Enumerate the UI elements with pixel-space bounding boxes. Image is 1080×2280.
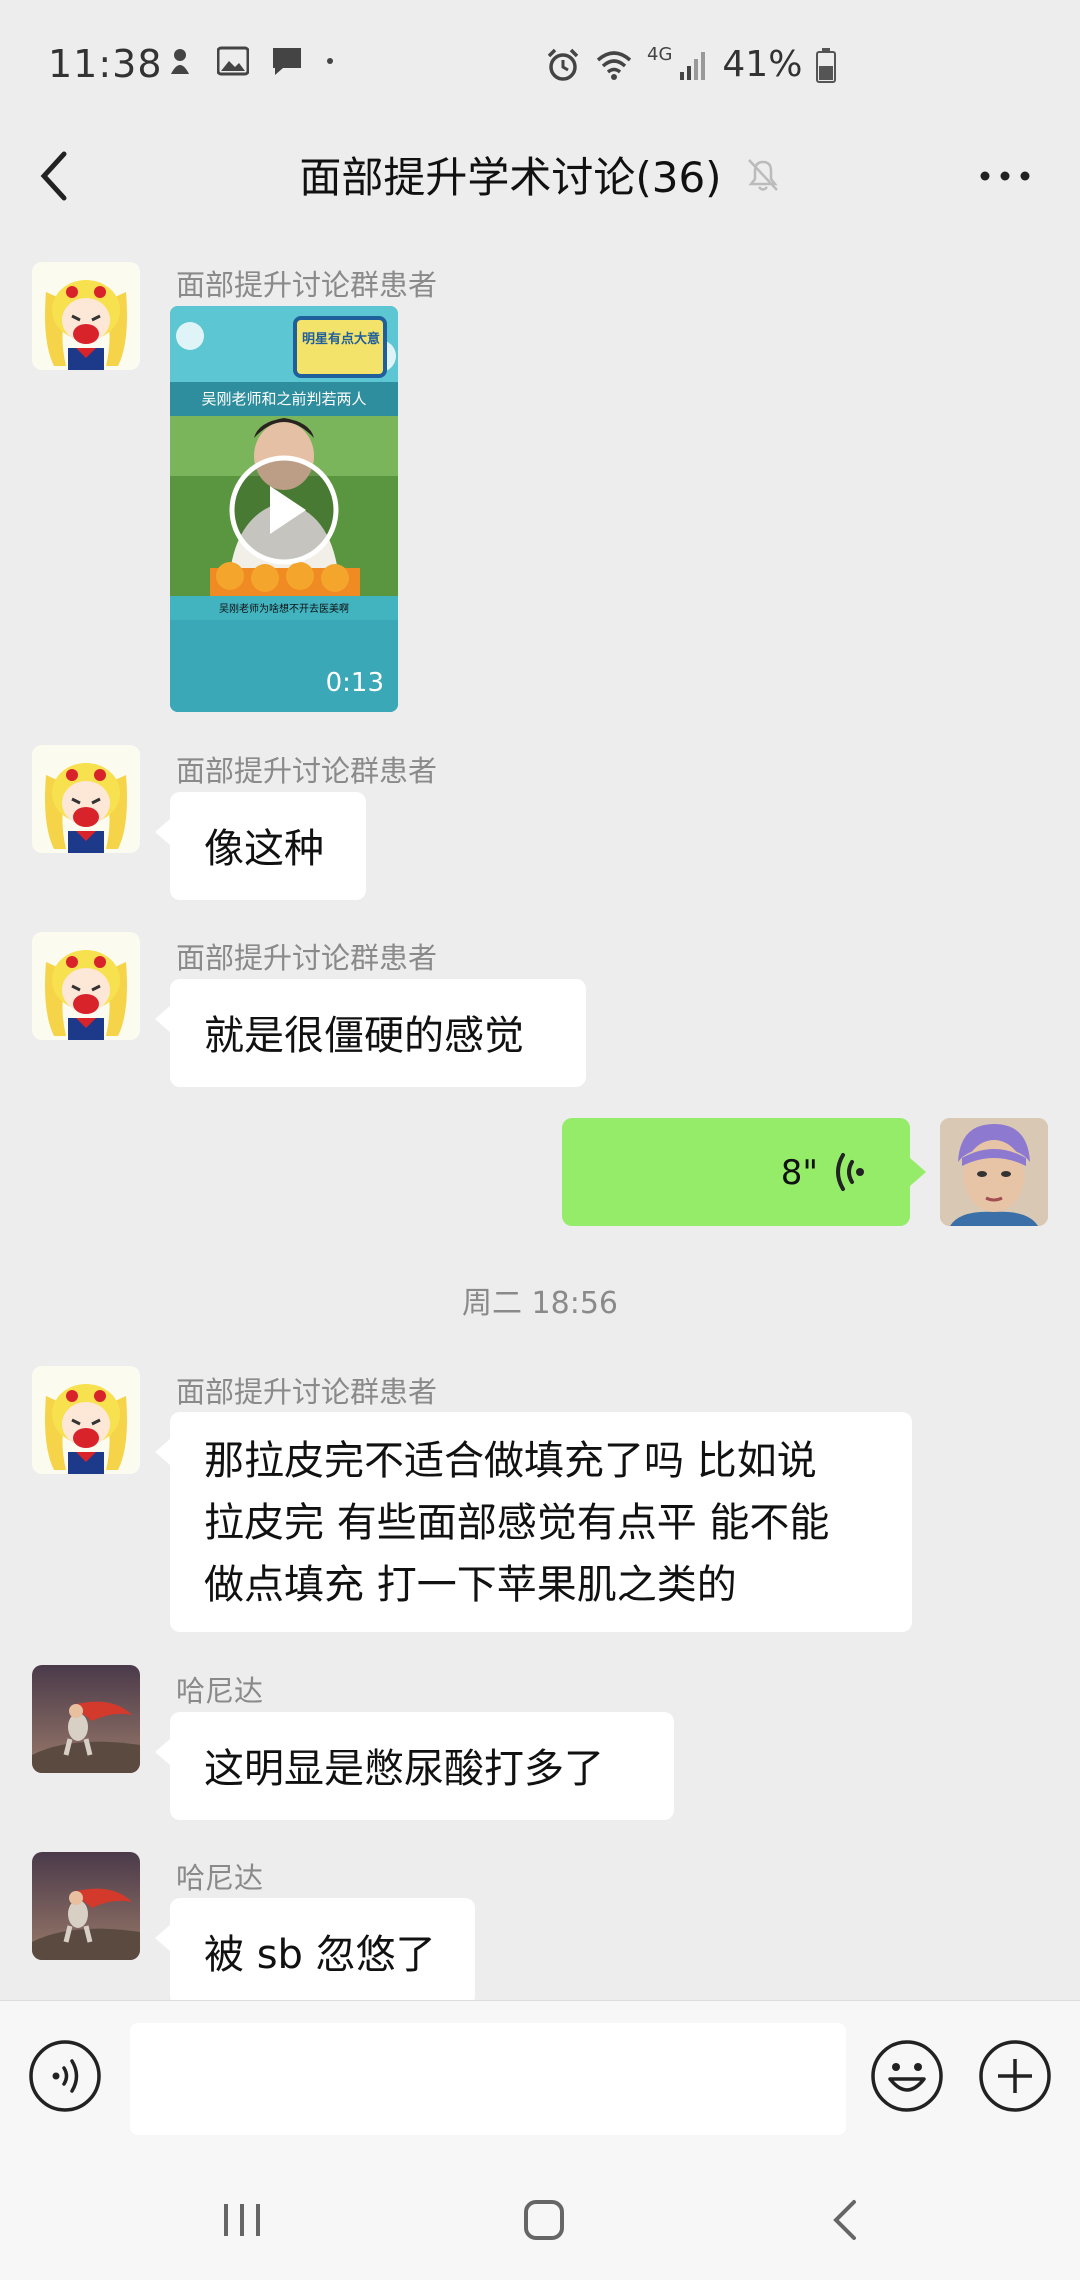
message-bubble[interactable]: 像这种 [170,792,366,900]
message-bubble[interactable]: 被 sb 忽悠了 [170,1898,475,2006]
voice-wave-icon [836,1153,864,1191]
image-notification-icon [217,46,249,76]
sender-name: 面部提升讨论群患者 [176,268,438,302]
battery-percent: 41% [722,44,803,85]
bubble-tail [910,1158,926,1186]
signal-icon [680,51,706,80]
sender-name: 面部提升讨论群患者 [176,941,438,975]
video-message[interactable]: 明星有点大意 吴刚老师和之前判若两人 吴刚老师为啥想不开去医美啊 0:13 [170,306,398,712]
timestamp: 周二 18:56 [462,1286,618,1321]
chat-title[interactable]: 面部提升学术讨论(36) [299,144,721,205]
message-notification-icon [273,48,301,75]
sender-name: 哈尼达 [176,1674,264,1708]
avatar[interactable] [32,1366,140,1474]
status-bar: 11:38 4G 41% [0,0,1080,130]
message-bubble[interactable]: 就是很僵硬的感觉 [170,979,586,1087]
voice-duration: 8" [780,1153,818,1193]
my-avatar[interactable] [940,1118,1048,1226]
voice-message[interactable]: 8" [562,1118,910,1226]
notification-icons [165,46,335,76]
bubble-tail [155,818,171,846]
bubble-tail [155,1438,171,1466]
input-bar [0,2000,1080,2151]
message-line: 做点填充 打一下苹果肌之类的 [204,1562,737,1608]
plus-icon[interactable] [978,2039,1052,2113]
bubble-tail [155,1005,171,1033]
system-nav-bar [0,2150,1080,2280]
message-bubble[interactable]: 那拉皮完不适合做填充了吗 比如说 拉皮完 有些面部感觉有点平 能不能 做点填充 … [170,1412,912,1632]
message-line: 拉皮完 有些面部感觉有点平 能不能 [204,1500,830,1546]
recent-apps-icon[interactable] [212,2190,272,2250]
voice-input-icon[interactable] [28,2039,102,2113]
video-badge-text: 明星有点大意 [301,332,380,347]
avatar[interactable] [32,1852,140,1960]
home-icon[interactable] [514,2190,574,2250]
sender-name: 哈尼达 [176,1861,264,1895]
video-duration: 0:13 [325,668,384,698]
wifi-icon [596,50,632,80]
message-line: 那拉皮完不适合做填充了吗 比如说 [204,1438,817,1484]
network-type: 4G [647,44,673,65]
chat-header: 面部提升学术讨论(36) [0,130,1080,220]
message-bubble[interactable]: 这明显是憋尿酸打多了 [170,1712,674,1820]
avatar[interactable] [32,745,140,853]
battery-icon [816,47,837,83]
avatar[interactable] [32,262,140,370]
avatar[interactable] [32,932,140,1040]
sender-name: 面部提升讨论群患者 [176,1375,438,1409]
nav-back-icon[interactable] [816,2190,876,2250]
video-caption-bottom: 吴刚老师为啥想不开去医美啊 [219,604,349,615]
dot-icon [327,58,333,64]
more-dots-icon[interactable] [975,156,1035,196]
bubble-tail [155,1924,171,1952]
bubble-tail [155,1738,171,1766]
message-input[interactable] [130,2023,846,2135]
avatar[interactable] [32,1665,140,1773]
bell-off-icon [747,158,778,191]
emoji-icon[interactable] [870,2039,944,2113]
sender-name: 面部提升讨论群患者 [176,754,438,788]
system-icons: 4G 41% [545,44,837,85]
alarm-icon [547,48,579,81]
video-caption-top: 吴刚老师和之前判若两人 [201,390,367,408]
app-notification-icon [171,49,189,74]
status-time: 11:38 [48,42,163,86]
